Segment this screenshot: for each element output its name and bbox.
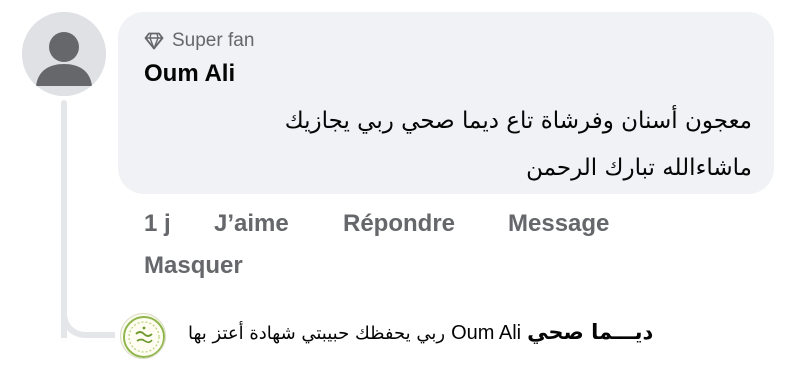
badge-label: Super fan xyxy=(172,30,255,51)
comment-text-line: ماشاءالله تبارك الرحمن xyxy=(526,155,752,181)
logo-icon xyxy=(123,316,165,358)
diamond-icon xyxy=(144,32,164,50)
reply-author[interactable]: ديـــما صحي xyxy=(527,320,653,344)
super-fan-badge[interactable]: Super fan xyxy=(144,30,254,52)
comment-author[interactable]: Oum Ali xyxy=(144,60,235,88)
default-profile-icon xyxy=(22,12,106,96)
avatar[interactable] xyxy=(22,12,106,96)
reply-text: ربي يحفظك حبيبتي شهادة أعتز بها xyxy=(188,323,446,344)
reply-mention-tag[interactable]: Oum Ali xyxy=(451,322,521,344)
reply-comment: ديـــما صحي Oum Ali ربي يحفظك حبيبتي شها… xyxy=(188,320,778,345)
comment-text-line: معجون أسنان وفرشاة تاع ديما صحي ربي يجاز… xyxy=(284,108,752,134)
hide-button[interactable]: Masquer xyxy=(144,252,243,280)
comment-timestamp[interactable]: 1 j xyxy=(144,210,171,238)
reply-avatar[interactable] xyxy=(120,313,166,359)
like-button[interactable]: J’aime xyxy=(214,210,289,238)
reply-button[interactable]: Répondre xyxy=(343,210,455,238)
thread-connector-curve xyxy=(61,300,115,338)
comment-text: معجون أسنان وفرشاة تاع ديما صحي ربي يجاز… xyxy=(152,98,752,192)
comment-thread: Super fan Oum Ali معجون أسنان وفرشاة تاع… xyxy=(0,0,800,384)
message-button[interactable]: Message xyxy=(508,210,609,238)
